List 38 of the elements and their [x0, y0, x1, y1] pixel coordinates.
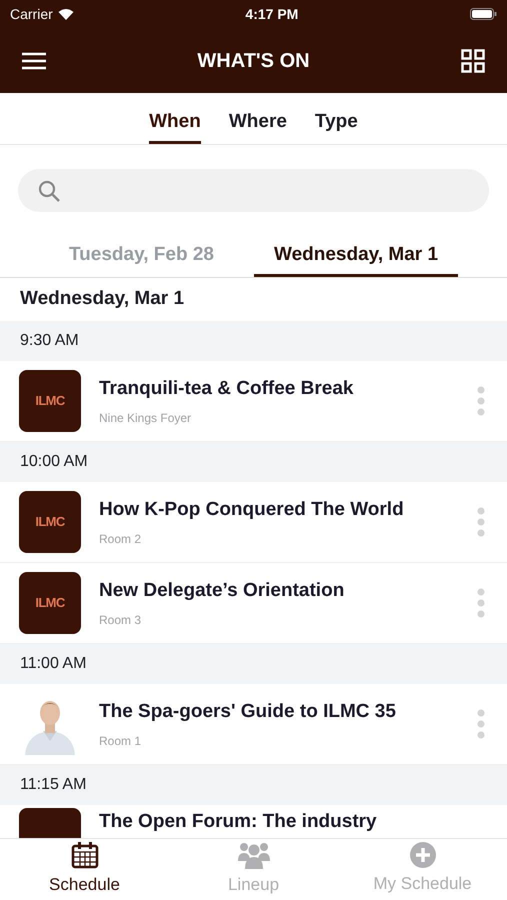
session-title: The Open Forum: The industry [99, 810, 378, 834]
time-header: 9:30 AM [0, 321, 507, 361]
bottom-tab[interactable]: Schedule [0, 839, 169, 900]
logo-text: ILMC [35, 392, 65, 410]
filter-tab[interactable]: Where [228, 104, 287, 144]
filter-tab[interactable]: Type [314, 104, 358, 144]
more-icon[interactable] [477, 507, 485, 537]
calendar-icon [70, 841, 98, 870]
clock-text: 4:17 PM [245, 4, 298, 24]
session-room: Room 1 [99, 733, 142, 750]
session-title: New Delegate’s Orientation [99, 578, 346, 603]
carrier-text: Carrier [10, 4, 53, 24]
session-title: Tranquili-tea & Coffee Break [99, 376, 354, 401]
session-room: Room 3 [99, 612, 142, 630]
search-icon [38, 180, 60, 202]
session-room: Nine Kings Foyer [99, 410, 192, 428]
people-icon [236, 841, 270, 870]
page-title: WHAT'S ON [197, 48, 310, 74]
search-field[interactable] [18, 169, 489, 212]
session-title: The Spa-goers' Guide to ILMC 35 [99, 700, 397, 724]
session-title: How K-Pop Conquered The World [99, 498, 405, 522]
logo-text: ILMC [35, 594, 65, 612]
time-header: 10:00 AM [0, 442, 507, 482]
day-heading: Wednesday, Mar 1 [20, 287, 184, 312]
session-room: Room 2 [99, 531, 142, 548]
battery-icon [470, 8, 497, 20]
grid-icon[interactable] [461, 48, 485, 72]
time-header: 11:00 AM [0, 644, 507, 684]
add-circle-icon [410, 842, 436, 868]
filter-tab[interactable]: When [149, 104, 201, 144]
date-tab[interactable]: Wednesday, Mar 1 [254, 237, 458, 277]
more-icon[interactable] [477, 709, 485, 739]
more-icon[interactable] [477, 588, 485, 618]
logo-text: ILMC [35, 513, 65, 532]
wifi-icon [58, 8, 74, 20]
menu-icon[interactable] [22, 52, 46, 70]
time-header: 11:15 AM [0, 765, 507, 805]
more-icon[interactable] [477, 386, 485, 416]
